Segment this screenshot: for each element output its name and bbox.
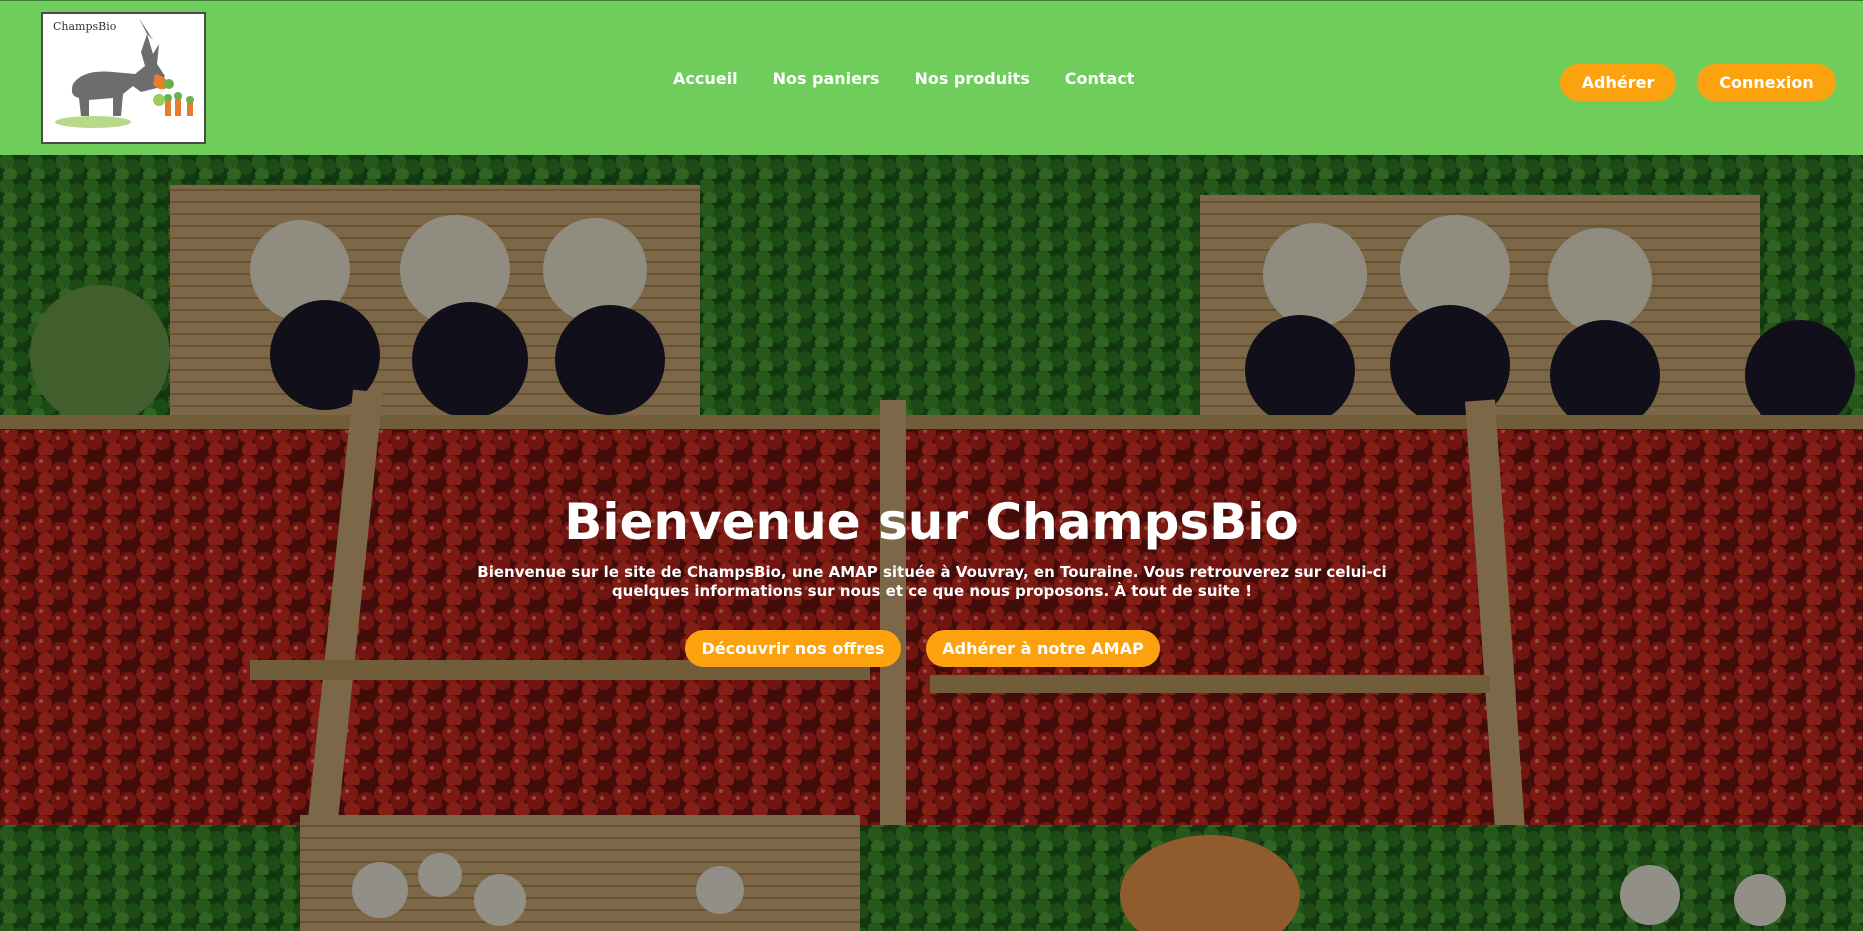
- main-nav: Accueil Nos paniers Nos produits Contact: [673, 69, 1134, 88]
- hero-title: Bienvenue sur ChampsBio: [564, 493, 1299, 551]
- discover-offers-button[interactable]: Découvrir nos offres: [685, 630, 901, 667]
- nav-item-nos-produits[interactable]: Nos produits: [914, 69, 1029, 88]
- adherer-button[interactable]: Adhérer: [1560, 64, 1676, 101]
- nav-item-accueil[interactable]: Accueil: [673, 69, 738, 88]
- hero-section: Bienvenue sur ChampsBio Bienvenue sur le…: [0, 155, 1863, 931]
- donkey-logo-icon: [55, 18, 194, 128]
- hero-description: Bienvenue sur le site de ChampsBio, une …: [477, 563, 1387, 600]
- nav-item-contact[interactable]: Contact: [1065, 69, 1135, 88]
- site-logo[interactable]: ChampsBio: [41, 12, 206, 144]
- connexion-button[interactable]: Connexion: [1697, 64, 1836, 101]
- nav-item-nos-paniers[interactable]: Nos paniers: [773, 69, 880, 88]
- site-header: ChampsBio Accueil Nos paniers Nos produi…: [0, 0, 1863, 155]
- join-amap-button[interactable]: Adhérer à notre AMAP: [926, 630, 1160, 667]
